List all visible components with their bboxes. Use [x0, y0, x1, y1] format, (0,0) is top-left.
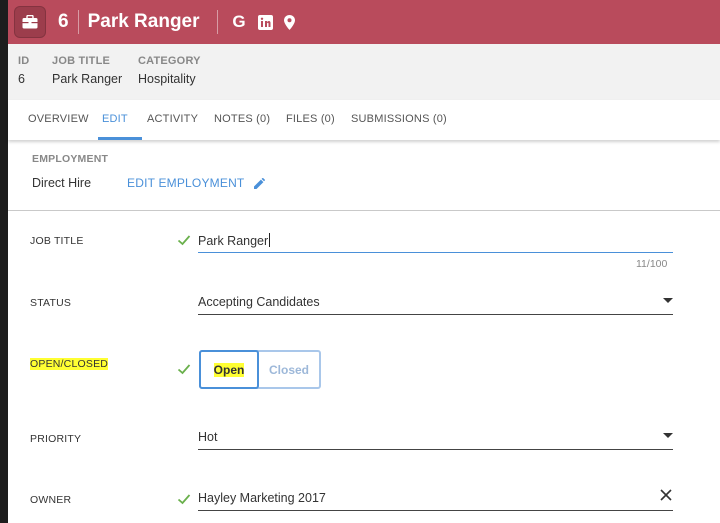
- page-title: Park Ranger: [87, 11, 200, 32]
- status-value: Accepting Candidates: [198, 295, 320, 309]
- open-closed-toggle: Open Closed: [199, 350, 321, 389]
- linkedin-icon[interactable]: [257, 14, 273, 30]
- employment-type: Direct Hire: [32, 176, 92, 190]
- summary-job-title-label: JOB TITLE: [52, 55, 111, 67]
- summary-job-title: JOB TITLE Park Ranger: [52, 55, 122, 86]
- closed-option[interactable]: Closed: [259, 352, 319, 387]
- chevron-down-icon: [663, 433, 673, 438]
- edit-employment-label: EDIT EMPLOYMENT: [127, 176, 245, 190]
- edit-employment-link[interactable]: EDIT EMPLOYMENT: [127, 176, 266, 190]
- close-icon[interactable]: [659, 488, 673, 502]
- section-divider: [8, 210, 720, 211]
- record-id: 6: [58, 11, 69, 32]
- job-edit-page: 6 Park Ranger G ID 6 JOB TITLE Park Rang…: [0, 0, 720, 523]
- open-option-label: Open: [213, 362, 245, 377]
- summary-category-value: Hospitality: [138, 72, 196, 86]
- text-caret: [269, 233, 271, 247]
- tab-activity[interactable]: ACTIVITY: [147, 113, 198, 125]
- summary-id-label: ID: [18, 55, 30, 67]
- priority-value: Hot: [198, 430, 218, 444]
- map-pin-icon[interactable]: [283, 14, 295, 30]
- tab-bar: OVERVIEW EDIT ACTIVITY NOTES (0) FILES (…: [8, 100, 720, 140]
- open-option[interactable]: Open: [199, 350, 259, 389]
- priority-label: PRIORITY: [30, 433, 82, 445]
- summary-category-label: CATEGORY: [138, 55, 201, 67]
- record-summary: ID 6 JOB TITLE Park Ranger CATEGORY Hosp…: [8, 44, 720, 100]
- summary-category: CATEGORY Hospitality: [138, 55, 201, 86]
- open-closed-label-text: OPEN/CLOSED: [30, 358, 109, 370]
- summary-job-title-value: Park Ranger: [52, 72, 123, 86]
- summary-id-value: 6: [18, 72, 25, 86]
- tab-notes[interactable]: NOTES (0): [214, 113, 270, 125]
- owner-label: OWNER: [30, 494, 72, 506]
- pencil-icon: [254, 177, 266, 189]
- window-edge: [0, 0, 8, 523]
- owner-value: Hayley Marketing 2017: [198, 491, 326, 505]
- job-title-value: Park Ranger: [198, 234, 269, 248]
- closed-option-label: Closed: [268, 362, 309, 377]
- summary-id: ID 6: [18, 55, 29, 86]
- tab-edit[interactable]: EDIT: [102, 113, 128, 125]
- check-icon: [177, 364, 191, 375]
- tab-submissions[interactable]: SUBMISSIONS (0): [351, 113, 447, 125]
- chevron-down-icon: [663, 298, 673, 303]
- tab-overview[interactable]: OVERVIEW: [28, 113, 89, 125]
- open-closed-label: OPEN/CLOSED: [30, 358, 109, 370]
- active-tab-indicator: [98, 137, 142, 140]
- record-header: 6 Park Ranger G: [8, 0, 720, 44]
- tab-files[interactable]: FILES (0): [286, 113, 335, 125]
- job-title-input[interactable]: Park Ranger: [198, 231, 673, 253]
- check-icon: [177, 235, 191, 246]
- check-icon: [177, 494, 191, 505]
- employment-label: EMPLOYMENT: [32, 153, 109, 165]
- job-title-label: JOB TITLE: [30, 235, 84, 247]
- header-actions: G: [232, 12, 295, 32]
- header-divider: [77, 10, 79, 34]
- owner-input[interactable]: Hayley Marketing 2017: [198, 489, 673, 511]
- priority-select[interactable]: Hot: [198, 428, 673, 450]
- status-select[interactable]: Accepting Candidates: [198, 293, 673, 315]
- google-icon[interactable]: G: [232, 12, 247, 32]
- character-counter: 11/100: [636, 258, 668, 270]
- briefcase-icon[interactable]: [14, 6, 46, 38]
- status-label: STATUS: [30, 297, 72, 309]
- header-divider: [216, 10, 218, 34]
